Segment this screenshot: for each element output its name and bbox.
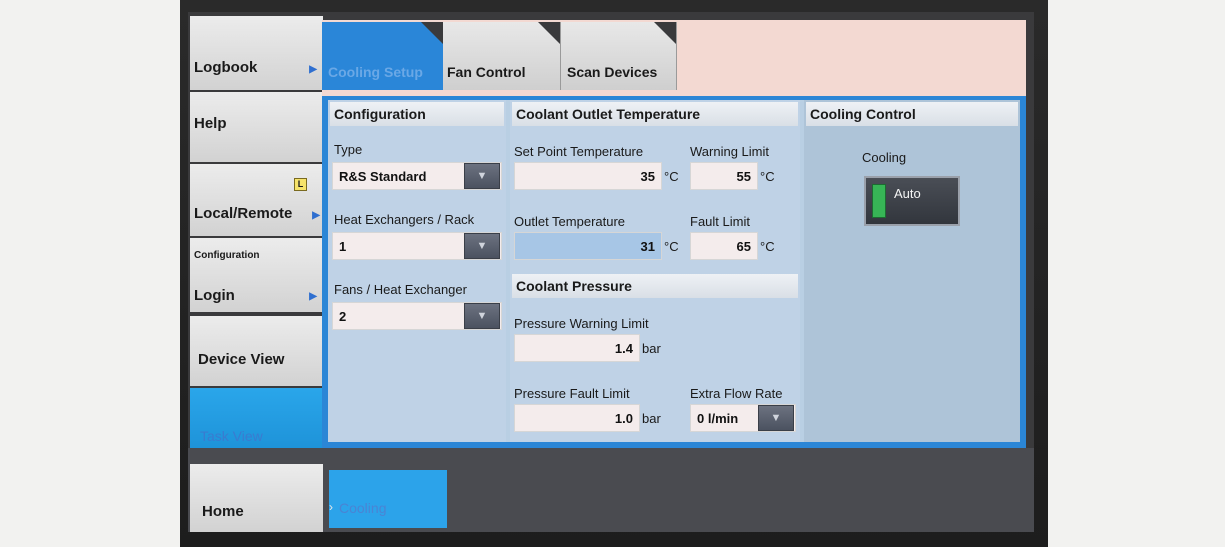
pressure-fault-value: 1.0 <box>614 411 633 426</box>
coolant-outlet-group: Coolant Outlet Temperature Set Point Tem… <box>510 100 800 442</box>
nav-help-label: Help <box>194 115 227 132</box>
setup-content: Configuration Type R&S Standard ▼ Heat E… <box>328 100 1020 442</box>
chevron-down-icon[interactable]: ▼ <box>758 405 794 431</box>
setpoint-field[interactable]: 35 <box>514 162 662 190</box>
chevron-right-icon: › <box>329 500 333 514</box>
touch-screen: Logbook ▶ Help L Local/Remote ▶ Configur… <box>188 12 1034 532</box>
nav-home-button[interactable]: Home <box>190 464 323 532</box>
tab-scan-devices[interactable]: Scan Devices <box>561 22 677 90</box>
nav-login-button[interactable]: Configuration Login ▶ <box>190 238 323 312</box>
tab-cooling-setup[interactable]: Cooling Setup <box>322 22 443 90</box>
setpoint-value: 35 <box>640 169 655 184</box>
chevron-down-icon[interactable]: ▼ <box>464 163 500 189</box>
coolant-outlet-header: Coolant Outlet Temperature <box>512 102 798 126</box>
fans-value: 2 <box>339 309 347 324</box>
outlet-temperature-label: Outlet Temperature <box>514 214 626 229</box>
nav-task-view-label: Task View <box>200 428 263 444</box>
extra-flow-value: 0 l/min <box>697 411 739 426</box>
chevron-down-icon[interactable]: ▼ <box>464 233 500 259</box>
setpoint-label: Set Point Temperature <box>514 144 644 159</box>
nav-local-remote-button[interactable]: L Local/Remote ▶ <box>190 164 323 236</box>
outlet-temperature-value: 31 <box>640 239 655 254</box>
nav-device-view-button[interactable]: Device View <box>190 316 323 386</box>
tab-bar: Cooling Setup Fan Control Scan Devices <box>322 20 1026 96</box>
fault-limit-value: 65 <box>736 239 751 254</box>
warning-limit-value: 55 <box>736 169 751 184</box>
nav-local-remote-label: Local/Remote <box>194 205 293 222</box>
nav-configuration-sublabel: Configuration <box>194 250 260 261</box>
setpoint-unit: °C <box>664 169 679 184</box>
extra-flow-label: Extra Flow Rate <box>690 386 783 401</box>
type-label: Type <box>334 142 363 157</box>
tab-scan-devices-label: Scan Devices <box>567 64 658 80</box>
configuration-group: Configuration Type R&S Standard ▼ Heat E… <box>328 100 506 442</box>
chevron-down-icon[interactable]: ▼ <box>464 303 500 329</box>
fault-limit-label: Fault Limit <box>690 214 750 229</box>
cooling-control-group: Cooling Control Cooling Auto <box>804 100 1020 442</box>
type-value: R&S Standard <box>339 169 427 184</box>
outlet-temperature-unit: °C <box>664 239 679 254</box>
nav-logbook-label: Logbook <box>194 59 258 76</box>
local-badge-icon: L <box>294 178 307 191</box>
chevron-right-icon: ▶ <box>312 210 320 221</box>
chevron-right-icon: ▶ <box>309 291 317 302</box>
configuration-header: Configuration <box>330 102 504 126</box>
pressure-fault-label: Pressure Fault Limit <box>514 386 630 401</box>
breadcrumb-cooling: Cooling <box>339 500 387 516</box>
pressure-warning-field[interactable]: 1.4 <box>514 334 640 362</box>
tab-corner-icon <box>538 22 560 44</box>
nav-logbook-button[interactable]: Logbook ▶ <box>190 16 323 90</box>
tab-fan-control-label: Fan Control <box>447 64 526 80</box>
pressure-warning-unit: bar <box>642 341 661 356</box>
coolant-pressure-header: Coolant Pressure <box>512 274 798 298</box>
chevron-right-icon: ▶ <box>309 64 317 75</box>
status-led-icon <box>872 184 886 218</box>
pressure-warning-label: Pressure Warning Limit <box>514 316 649 331</box>
cooling-label: Cooling <box>862 150 907 165</box>
tab-fan-control[interactable]: Fan Control <box>443 22 561 90</box>
breadcrumb[interactable]: › Cooling <box>329 470 447 528</box>
heat-exchangers-value: 1 <box>339 239 347 254</box>
tab-corner-icon <box>421 22 443 44</box>
fault-limit-field[interactable]: 65 <box>690 232 758 260</box>
tab-corner-icon <box>654 22 676 44</box>
pressure-warning-value: 1.4 <box>614 341 633 356</box>
nav-home-label: Home <box>202 503 244 520</box>
nav-device-view-label: Device View <box>198 351 285 368</box>
outlet-temperature-field: 31 <box>514 232 662 260</box>
nav-help-button[interactable]: Help <box>190 92 323 162</box>
warning-limit-unit: °C <box>760 169 775 184</box>
warning-limit-label: Warning Limit <box>690 144 769 159</box>
nav-login-label: Login <box>194 287 235 304</box>
fans-label: Fans / Heat Exchanger <box>334 282 467 297</box>
cooling-setup-panel: Cooling Setup Fan Control Scan Devices C… <box>322 20 1026 448</box>
fault-limit-unit: °C <box>760 239 775 254</box>
heat-exchangers-label: Heat Exchangers / Rack <box>334 212 475 227</box>
pressure-fault-unit: bar <box>642 411 661 426</box>
cooling-auto-toggle[interactable]: Auto <box>864 176 960 226</box>
tab-cooling-setup-label: Cooling Setup <box>328 64 423 80</box>
pressure-fault-field[interactable]: 1.0 <box>514 404 640 432</box>
warning-limit-field[interactable]: 55 <box>690 162 758 190</box>
cooling-mode-label: Auto <box>894 186 921 201</box>
cooling-control-header: Cooling Control <box>806 102 1018 126</box>
